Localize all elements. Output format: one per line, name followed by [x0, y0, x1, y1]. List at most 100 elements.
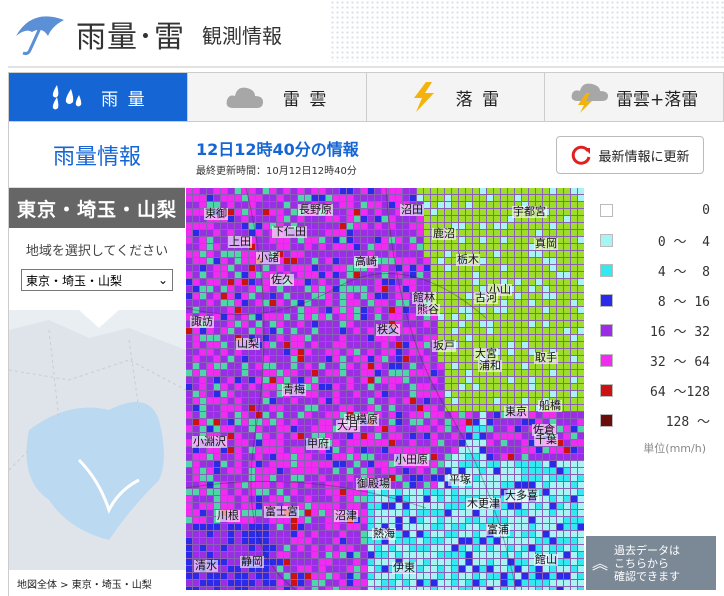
grid-cell: [564, 384, 570, 390]
grid-cell: [382, 209, 388, 215]
grid-cell: [550, 265, 556, 271]
grid-cell: [550, 510, 556, 516]
grid-cell: [242, 356, 248, 362]
grid-cell: [501, 237, 507, 243]
grid-cell: [193, 237, 199, 243]
grid-cell: [389, 342, 395, 348]
grid-cell: [340, 454, 346, 460]
grid-cell: [193, 517, 199, 523]
grid-cell: [543, 447, 549, 453]
grid-cell: [473, 482, 479, 488]
double-chevron-up-icon: ︽: [591, 553, 608, 573]
grid-cell: [319, 454, 325, 460]
grid-cell: [375, 454, 381, 460]
tab-thundercloud[interactable]: 雷 雲: [188, 73, 367, 121]
grid-cell: [417, 272, 423, 278]
grid-cell: [340, 251, 346, 257]
grid-cell: [214, 482, 220, 488]
refresh-button[interactable]: 最新情報に更新: [556, 136, 704, 174]
grid-cell: [557, 573, 563, 579]
grid-cell: [284, 258, 290, 264]
grid-cell: [459, 314, 465, 320]
grid-cell: [445, 454, 451, 460]
tab-rain[interactable]: 雨 量: [9, 73, 188, 121]
grid-cell: [578, 552, 584, 558]
grid-cell: [466, 524, 472, 530]
grid-cell: [186, 391, 192, 397]
grid-cell: [256, 356, 262, 362]
grid-cell: [445, 244, 451, 250]
grid-cell: [564, 566, 570, 572]
grid-cell: [389, 202, 395, 208]
grid-cell: [508, 398, 514, 404]
grid-cell: [564, 279, 570, 285]
grid-cell: [382, 419, 388, 425]
grid-cell: [326, 265, 332, 271]
grid-cell: [550, 468, 556, 474]
grid-cell: [263, 279, 269, 285]
grid-cell: [396, 300, 402, 306]
map-place-label: 古河: [474, 291, 498, 304]
grid-cell: [354, 377, 360, 383]
grid-cell: [564, 307, 570, 313]
grid-cell: [473, 279, 479, 285]
grid-cell: [396, 580, 402, 586]
grid-cell: [424, 230, 430, 236]
tab-lightning[interactable]: 落 雷: [367, 73, 546, 121]
grid-cell: [340, 230, 346, 236]
grid-cell: [333, 384, 339, 390]
grid-cell: [319, 412, 325, 418]
grid-cell: [242, 419, 248, 425]
grid-cell: [354, 552, 360, 558]
grid-cell: [452, 307, 458, 313]
grid-cell: [186, 552, 192, 558]
grid-cell: [487, 391, 493, 397]
grid-cell: [207, 272, 213, 278]
grid-cell: [410, 265, 416, 271]
grid-cell: [305, 244, 311, 250]
grid-cell: [242, 405, 248, 411]
grid-cell: [396, 356, 402, 362]
grid-cell: [221, 398, 227, 404]
tab-cloud-lightning[interactable]: 雷雲+落雷: [545, 73, 723, 121]
grid-cell: [480, 545, 486, 551]
region-minimap[interactable]: [9, 310, 186, 572]
grid-cell: [522, 538, 528, 544]
grid-cell: [410, 377, 416, 383]
grid-cell: [529, 545, 535, 551]
grid-cell: [550, 300, 556, 306]
grid-cell: [508, 482, 514, 488]
grid-cell: [319, 279, 325, 285]
grid-cell: [522, 328, 528, 334]
grid-cell: [417, 195, 423, 201]
grid-cell: [466, 405, 472, 411]
grid-cell: [403, 286, 409, 292]
grid-cell: [480, 251, 486, 257]
grid-cell: [536, 545, 542, 551]
past-data-button[interactable]: ︽ 過去データは こちらから 確認できます: [586, 536, 716, 590]
grid-cell: [403, 279, 409, 285]
grid-cell: [333, 377, 339, 383]
region-select[interactable]: 東京・埼玉・山梨 ⌄: [21, 269, 173, 291]
grid-cell: [522, 265, 528, 271]
breadcrumb[interactable]: 地図全体 > 東京・埼玉・山梨: [9, 570, 186, 596]
grid-cell: [368, 517, 374, 523]
grid-cell: [207, 293, 213, 299]
grid-cell: [200, 426, 206, 432]
grid-cell: [333, 405, 339, 411]
grid-cell: [221, 412, 227, 418]
grid-cell: [263, 398, 269, 404]
rainfall-map[interactable]: 東御 長野原 沼田 宇都宮 上田 下仁田 鹿沼 真岡 小諸 佐久 高崎 栃木 小山 古河 館林 熊谷 諏訪 秩父坂…: [186, 188, 584, 590]
grid-cell: [200, 188, 206, 194]
grid-cell: [522, 503, 528, 509]
grid-cell: [452, 412, 458, 418]
grid-cell: [494, 573, 500, 579]
grid-cell: [508, 300, 514, 306]
grid-cell: [431, 258, 437, 264]
grid-cell: [431, 580, 437, 586]
grid-cell: [459, 244, 465, 250]
grid-cell: [438, 552, 444, 558]
grid-cell: [452, 398, 458, 404]
grid-cell: [333, 468, 339, 474]
grid-cell: [186, 237, 192, 243]
